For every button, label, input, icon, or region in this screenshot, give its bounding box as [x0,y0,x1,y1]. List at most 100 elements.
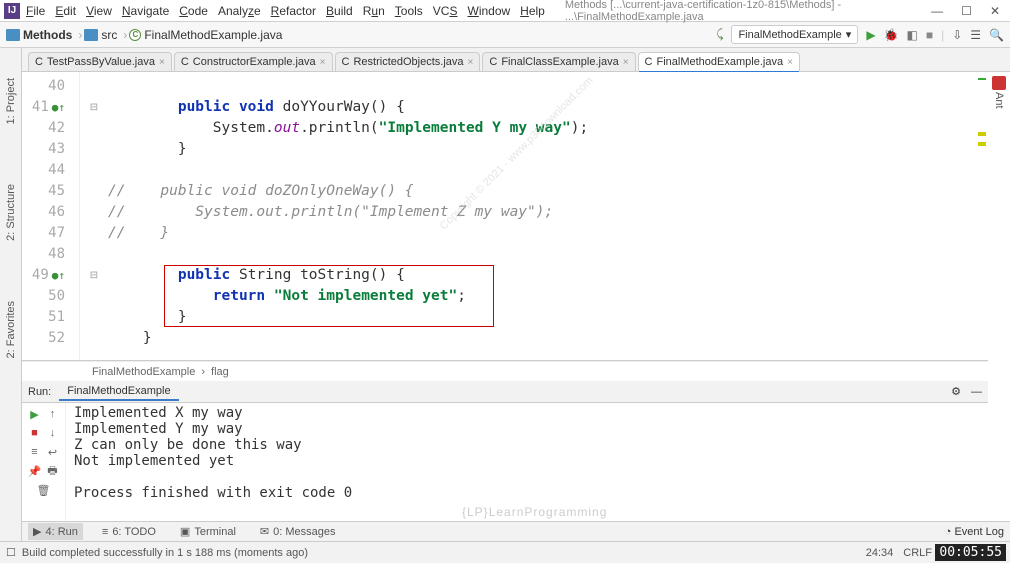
close-tab-icon[interactable]: × [787,57,793,68]
close-icon[interactable]: ✕ [990,4,1000,18]
menu-window[interactable]: Window [467,4,510,18]
toolwindow-structure[interactable]: 2: Structure [5,184,17,241]
search-icon[interactable]: 🔍 [989,28,1004,42]
code-line[interactable] [108,76,988,97]
stop-run-icon[interactable]: ■ [27,426,42,440]
chevron-icon: › [123,28,127,42]
editor-tabs: CTestPassByValue.java×CConstructorExampl… [0,48,1010,72]
breadcrumb-src[interactable]: src [84,28,117,42]
menu-code[interactable]: Code [179,4,208,18]
menu-edit[interactable]: Edit [55,4,76,18]
toolbar-right: ⤹ FinalMethodExample▾ ▶ 🐞 ◧ ■ | ⇩ ☰ 🔍 [716,25,1004,44]
stop-icon[interactable]: ■ [926,28,933,42]
run-icon[interactable]: ▶ [866,28,875,42]
breadcrumb-root[interactable]: Methods [6,28,72,42]
java-icon: C [645,56,653,68]
rerun-icon[interactable]: ▶ [27,407,42,421]
tab-run[interactable]: ▶ 4: Run [28,523,83,540]
editor-tab[interactable]: CRestrictedObjects.java× [335,52,481,71]
minimize-icon[interactable]: — [931,4,943,18]
editor-tab[interactable]: CConstructorExample.java× [174,52,333,71]
editor-tab[interactable]: CFinalClassExample.java× [482,52,635,71]
bottom-toolbar: ▶ 4: Run ≡ 6: TODO ▣ Terminal ✉ 0: Messa… [22,521,1010,541]
close-tab-icon[interactable]: × [468,57,474,68]
trash-icon[interactable]: 🗑 [36,483,51,497]
crumb-class[interactable]: FinalMethodExample [92,366,195,378]
close-tab-icon[interactable]: × [320,57,326,68]
close-tab-icon[interactable]: × [159,57,165,68]
folder-icon [84,29,98,41]
layout-icon[interactable]: ≡ [27,445,42,459]
gear-icon[interactable]: ⚙ [951,385,961,398]
override-gutter-icon[interactable]: ●↑ [52,269,65,282]
line-separator[interactable]: CRLF [903,547,932,559]
code-line[interactable] [108,160,988,181]
java-icon: C [181,56,189,68]
toolwindow-toggle-icon[interactable]: ☐ [6,546,16,559]
code-line[interactable]: // System.out.println("Implement Z my wa… [108,202,988,223]
toolwindow-favorites[interactable]: 2: Favorites [5,301,17,358]
nav-toolbar: Methods › src › CFinalMethodExample.java… [0,22,1010,48]
fold-column: ⊟⊟ [80,72,108,360]
down-icon[interactable]: ↓ [45,426,60,440]
code-line[interactable] [108,244,988,265]
run-tab[interactable]: FinalMethodExample [59,383,178,401]
code-editor[interactable]: 4041●↑4243444546474849●↑505152 ⊟⊟ public… [22,72,988,361]
crumb-member[interactable]: flag [211,366,229,378]
editor-breadcrumbs: FinalMethodExample › flag [22,361,988,381]
code-line[interactable]: } [108,139,988,160]
chevron-down-icon: ▾ [846,28,852,41]
editor-tab[interactable]: CTestPassByValue.java× [28,52,172,71]
coverage-icon[interactable]: ◧ [907,28,918,42]
tab-messages[interactable]: ✉ 0: Messages [255,523,341,540]
code-line[interactable]: // } [108,223,988,244]
pin-icon[interactable]: 📌 [27,464,42,478]
menu-vcs[interactable]: VCS [433,4,458,18]
caret-position[interactable]: 24:34 [866,547,894,559]
menu-refactor[interactable]: Refactor [271,4,316,18]
breadcrumb-file[interactable]: CFinalMethodExample.java [129,28,282,42]
close-tab-icon[interactable]: × [623,57,629,68]
menu-navigate[interactable]: Navigate [122,4,169,18]
run-config-dropdown[interactable]: FinalMethodExample▾ [731,25,858,44]
menu-view[interactable]: View [86,4,112,18]
debug-icon[interactable]: 🐞 [884,28,899,42]
code-line[interactable]: // public void doZOnlyOneWay() { [108,181,988,202]
video-timecode: 00:05:55 [935,544,1006,561]
ant-icon[interactable] [992,76,1006,90]
up-icon[interactable]: ↑ [45,407,60,421]
editor-tab[interactable]: CFinalMethodExample.java× [638,52,800,72]
menu-help[interactable]: Help [520,4,545,18]
menu-tools[interactable]: Tools [395,4,423,18]
java-icon: C [342,56,350,68]
code-line[interactable]: } [108,328,988,349]
right-toolwindow-bar: Ant [988,72,1010,392]
tab-terminal[interactable]: ▣ Terminal [175,523,241,540]
folder-icon [6,29,20,41]
error-stripe[interactable] [978,72,986,360]
java-icon: C [129,29,141,41]
hide-icon[interactable]: — [971,386,982,398]
structure-icon[interactable]: ☰ [970,28,981,42]
maximize-icon[interactable]: ☐ [961,4,972,18]
tab-todo[interactable]: ≡ 6: TODO [97,524,161,540]
menu-file[interactable]: File [26,4,45,18]
toolwindow-project[interactable]: 1: Project [5,78,17,124]
highlight-box [164,265,494,327]
code-line[interactable]: System.out.println("Implemented Y my way… [108,118,988,139]
menu-run[interactable]: Run [363,4,385,18]
code-area[interactable]: public void doYYourWay() { System.out.pr… [108,72,988,360]
chevron-icon: › [78,28,82,42]
chevron-icon: › [201,366,205,378]
menu-analyze[interactable]: Analyze [218,4,261,18]
override-gutter-icon[interactable]: ●↑ [52,101,65,114]
update-icon[interactable]: ⇩ [952,28,962,42]
toolwindow-ant[interactable]: Ant [993,92,1005,109]
build-icon[interactable]: ⤹ [716,27,723,42]
wrap-icon[interactable]: ↩ [45,445,60,459]
print-icon[interactable]: 🖶 [45,464,60,478]
lp-logo: {LP}LearnProgramming [462,505,607,519]
menu-build[interactable]: Build [326,4,353,18]
event-log[interactable]: ◔ Event Log [945,526,1004,538]
code-line[interactable]: public void doYYourWay() { [108,97,988,118]
